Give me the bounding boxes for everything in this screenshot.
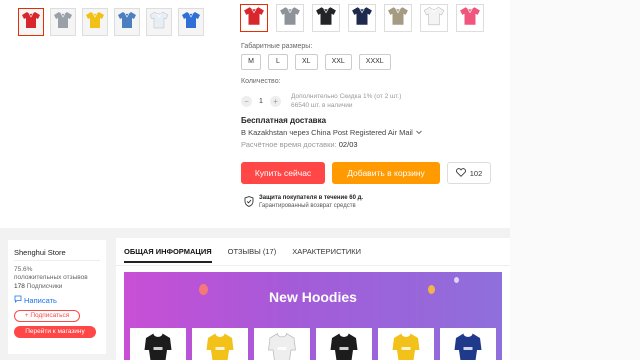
product-details-panel: ОБЩАЯ ИНФОРМАЦИЯ ОТЗЫВЫ (17) ХАРАКТЕРИСТ… — [116, 238, 510, 360]
tab-reviews[interactable]: ОТЗЫВЫ (17) — [228, 247, 277, 263]
size-options: M L XL XXL XXXL — [241, 54, 391, 70]
size-option-xxl[interactable]: XXL — [324, 54, 352, 70]
promo-banner: New Hoodies — [124, 272, 502, 360]
store-positive-pct: 75.6% — [14, 266, 33, 273]
shield-icon — [244, 194, 254, 212]
tab-specifications[interactable]: ХАРАКТЕРИСТИКИ — [292, 247, 361, 263]
product-panel: Габаритные размеры: M L XL XXL XXXL Коли… — [0, 0, 510, 228]
banner-title: New Hoodies — [269, 289, 357, 305]
store-card: Shenghui Store 75.6% положительных отзыв… — [8, 240, 106, 354]
color-option[interactable] — [384, 4, 412, 32]
store-positive-label: положительных отзывов — [14, 274, 88, 281]
heart-icon — [455, 167, 466, 179]
store-followers: 178 Подписчики — [14, 283, 62, 290]
polo-white-icon — [149, 10, 169, 35]
polo-gray-icon — [53, 10, 73, 35]
size-option-xl[interactable]: XL — [295, 54, 318, 70]
color-option[interactable] — [456, 4, 484, 32]
add-to-cart-button[interactable]: Добавить в корзину — [332, 162, 440, 184]
polo-blue-icon — [181, 10, 201, 35]
store-followers-count: 178 — [14, 283, 25, 290]
hoodie-product-card[interactable] — [440, 328, 496, 360]
polo-black-icon — [315, 5, 337, 32]
polo-pink-icon — [459, 5, 481, 32]
right-margin — [510, 0, 640, 360]
wishlist-button[interactable]: 102 — [447, 162, 491, 184]
polo-khaki-icon — [387, 5, 409, 32]
hoodie-white-icon — [267, 332, 297, 360]
chevron-down-icon — [415, 128, 422, 137]
shipping-time: Расчётное время доставки: 02/03 — [241, 140, 358, 149]
detail-tabs: ОБЩАЯ ИНФОРМАЦИЯ ОТЗЫВЫ (17) ХАРАКТЕРИСТ… — [124, 247, 361, 263]
color-swatches — [240, 4, 484, 32]
chat-icon — [14, 295, 22, 305]
color-option[interactable] — [420, 4, 448, 32]
size-option-l[interactable]: L — [268, 54, 288, 70]
quantity-value[interactable]: 1 — [252, 98, 270, 105]
hoodie-row — [130, 328, 496, 360]
polo-yellow-icon — [85, 10, 105, 35]
polo-red-icon — [243, 5, 265, 32]
polo-white-icon — [423, 5, 445, 32]
product-thumbnail[interactable] — [114, 8, 140, 36]
polo-red-icon — [21, 10, 41, 35]
discount-text: Дополнительно Скидка 1% (от 2 шт.) — [291, 93, 402, 100]
color-option[interactable] — [348, 4, 376, 32]
color-option[interactable] — [312, 4, 340, 32]
product-thumbnail[interactable] — [18, 8, 44, 36]
product-thumbnail[interactable] — [82, 8, 108, 36]
follow-store-button[interactable]: + Подписаться — [14, 310, 80, 322]
quantity-info: Дополнительно Скидка 1% (от 2 шт.) 66540… — [291, 92, 401, 110]
hoodie-yellow-icon — [205, 332, 235, 360]
shipping-time-label: Расчётное время доставки: — [241, 140, 337, 149]
tab-divider — [116, 265, 510, 266]
quantity-increase-button[interactable]: + — [270, 95, 281, 107]
message-store-label: Написать — [24, 295, 57, 305]
thumbnail-gallery — [18, 8, 204, 36]
quantity-label: Количество: — [241, 78, 281, 85]
product-thumbnail[interactable] — [146, 8, 172, 36]
hoodie-navy-icon — [453, 332, 483, 360]
buyer-protection: Защита покупателя в течение 60 д. Гарант… — [244, 194, 363, 212]
polo-denim-icon — [117, 10, 137, 35]
protection-subtitle: Гарантированный возврат средств — [259, 203, 356, 209]
hoodie-product-card[interactable] — [254, 328, 310, 360]
polo-gray-icon — [279, 5, 301, 32]
store-followers-label: Подписчики — [26, 283, 63, 290]
hoodie-black-icon — [329, 332, 359, 360]
size-option-m[interactable]: M — [241, 54, 261, 70]
size-label: Габаритные размеры: — [241, 43, 313, 50]
protection-title: Защита покупателя в течение 60 д. — [259, 195, 364, 201]
message-store-link[interactable]: Написать — [14, 295, 57, 305]
stock-text: 66540 шт. в наличии — [291, 102, 353, 109]
hoodie-yellow-icon — [391, 332, 421, 360]
buy-now-button[interactable]: Купить сейчас — [241, 162, 325, 184]
product-thumbnail[interactable] — [178, 8, 204, 36]
hoodie-black-icon — [143, 332, 173, 360]
hoodie-product-card[interactable] — [192, 328, 248, 360]
store-divider — [14, 260, 100, 261]
tab-overview[interactable]: ОБЩАЯ ИНФОРМАЦИЯ — [124, 247, 212, 263]
visit-store-button[interactable]: Перейти к магазину — [14, 326, 96, 338]
shipping-time-value: 02/03 — [338, 140, 358, 149]
shipping-title: Бесплатная доставка — [241, 116, 327, 125]
color-option[interactable] — [240, 4, 268, 32]
quantity-stepper: − 1 + Дополнительно Скидка 1% (от 2 шт.)… — [241, 92, 401, 110]
purchase-actions: Купить сейчас Добавить в корзину 102 — [241, 162, 491, 184]
polo-navy-icon — [351, 5, 373, 32]
color-option[interactable] — [276, 4, 304, 32]
hoodie-product-card[interactable] — [316, 328, 372, 360]
hoodie-product-card[interactable] — [378, 328, 434, 360]
wishlist-count: 102 — [469, 168, 483, 178]
balloon-icon — [454, 277, 459, 283]
quantity-decrease-button[interactable]: − — [241, 95, 252, 107]
shipping-destination-text: В Kazakhstan через China Post Registered… — [241, 128, 413, 137]
hoodie-product-card[interactable] — [130, 328, 186, 360]
product-thumbnail[interactable] — [50, 8, 76, 36]
size-option-xxxl[interactable]: XXXL — [358, 54, 391, 70]
shipping-destination[interactable]: В Kazakhstan через China Post Registered… — [241, 128, 422, 137]
store-name[interactable]: Shenghui Store — [14, 248, 66, 257]
